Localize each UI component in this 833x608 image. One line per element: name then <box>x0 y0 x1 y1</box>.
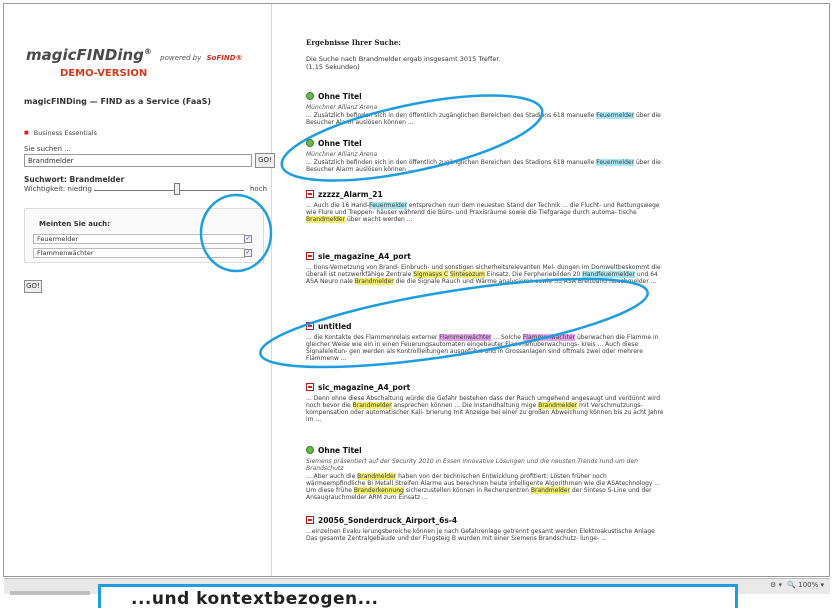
annotation-ellipse-flammenwaechter <box>259 277 649 369</box>
annotation-ellipse-checkboxes <box>199 193 273 273</box>
annotation-ellipses <box>199 94 649 369</box>
zoom-level[interactable]: 🔍 100% ▾ <box>787 581 824 589</box>
callout-text: ...und kontextbezogen... <box>131 589 379 608</box>
callout-box: ...und kontextbezogen... <box>98 584 738 608</box>
page-setup-icon[interactable]: ⚙ ▾ <box>770 581 782 589</box>
statusbar-progress <box>10 591 90 595</box>
annotation-ellipse-feuermelder <box>280 94 544 182</box>
